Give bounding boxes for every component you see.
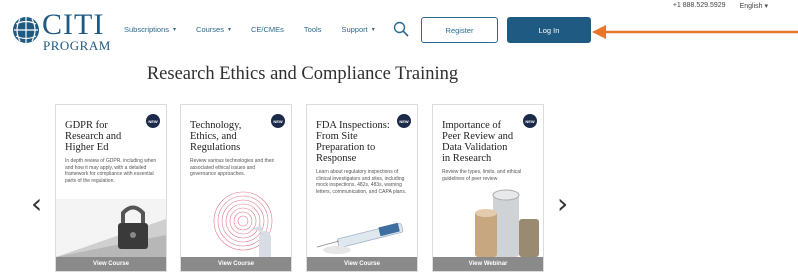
page-title: Research Ethics and Compliance Training	[146, 64, 459, 84]
phone-number[interactable]: +1 888.529.5929	[673, 2, 726, 10]
chevron-down-icon: ▾	[173, 27, 177, 33]
card-title: Importance of Peer Review and Data Valid…	[442, 120, 514, 164]
course-card-gdpr[interactable]: NEW GDPR for Research and Higher Ed In d…	[55, 104, 167, 272]
carousel-prev-chevron-icon[interactable]: ‹	[31, 190, 42, 218]
login-button[interactable]: Log In	[507, 17, 591, 43]
view-webinar-button[interactable]: View Webinar	[433, 257, 543, 271]
nav-support[interactable]: Support ▾	[341, 25, 374, 34]
nav-tools[interactable]: Tools	[304, 25, 322, 34]
citi-logo[interactable]: CITI PROGRAM	[12, 10, 110, 53]
chevron-down-icon: ▾	[371, 27, 375, 33]
view-course-button[interactable]: View Course	[307, 257, 417, 271]
view-course-button[interactable]: View Course	[56, 257, 166, 271]
nav-ce-cmes[interactable]: CE/CMEs	[251, 25, 284, 34]
utility-bar: +1 888.529.5929 English ▾	[673, 2, 768, 10]
course-card-fda-inspections[interactable]: NEW FDA Inspections: From Site Preparati…	[306, 104, 418, 272]
fingerprint-hand-image	[181, 187, 291, 257]
card-title: GDPR for Research and Higher Ed	[65, 120, 122, 153]
card-description: Learn about regulatory inspections of cl…	[316, 169, 407, 195]
padlock-image	[56, 199, 166, 257]
nav-courses[interactable]: Courses ▾	[196, 25, 231, 34]
nav-subscriptions[interactable]: Subscriptions ▾	[124, 25, 176, 34]
view-course-button[interactable]: View Course	[181, 257, 291, 271]
webinar-card-peer-review[interactable]: NEW Importance of Peer Review and Data V…	[432, 104, 544, 272]
card-description: Review the types, limits, and ethical gu…	[442, 169, 522, 182]
register-button[interactable]: Register	[421, 17, 498, 43]
syringe-image	[307, 217, 417, 257]
card-title: FDA Inspections: From Site Preparation t…	[316, 120, 390, 164]
logo-subtitle: PROGRAM	[43, 38, 111, 53]
new-badge: NEW	[271, 114, 285, 128]
pointer-arrow	[592, 25, 798, 39]
chevron-down-icon: ▾	[227, 27, 231, 33]
card-description: Review various technologies and their as…	[190, 158, 275, 177]
lab-vials-image	[433, 189, 543, 257]
search-icon[interactable]	[393, 21, 409, 37]
new-badge: NEW	[523, 114, 537, 128]
language-selector[interactable]: English ▾	[740, 2, 768, 10]
carousel-next-chevron-icon[interactable]: ›	[557, 190, 568, 218]
new-badge: NEW	[397, 114, 411, 128]
card-title: Technology, Ethics, and Regulations	[190, 120, 242, 153]
main-nav: Subscriptions ▾ Courses ▾ CE/CMEs Tools Su…	[124, 25, 375, 34]
logo-wordmark: CITI	[42, 8, 105, 41]
new-badge: NEW	[146, 114, 160, 128]
course-card-technology[interactable]: NEW Technology, Ethics, and Regulations …	[180, 104, 292, 272]
globe-icon	[13, 17, 39, 43]
card-description: In depth review of GDPR, including when …	[65, 158, 157, 184]
